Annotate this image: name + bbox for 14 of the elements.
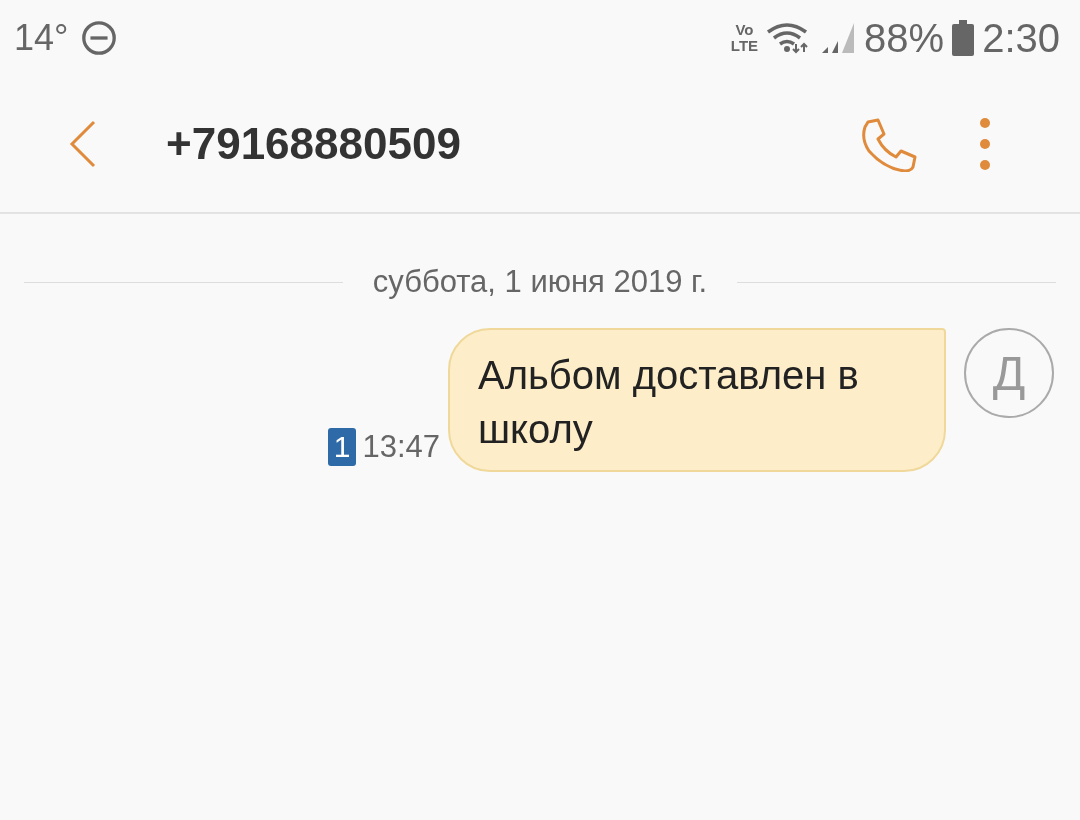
message-bubble[interactable]: Альбом доставлен в школу [448,328,946,472]
temperature: 14° [14,17,69,59]
signal-icon [820,21,857,55]
battery-icon [952,20,975,56]
contact-title: +79168880509 [166,119,462,169]
sim-badge: 1 [327,428,357,466]
message-time: 13:47 [362,429,440,465]
more-options-icon[interactable] [978,116,992,172]
volte-icon: Vo LTE [730,22,759,54]
clock: 2:30 [982,15,1060,61]
date-divider: суббота, 1 июня 2019 г. [372,264,708,300]
do-not-disturb-icon [80,19,119,57]
battery-percent: 88% [864,15,945,61]
back-icon[interactable] [68,119,98,169]
